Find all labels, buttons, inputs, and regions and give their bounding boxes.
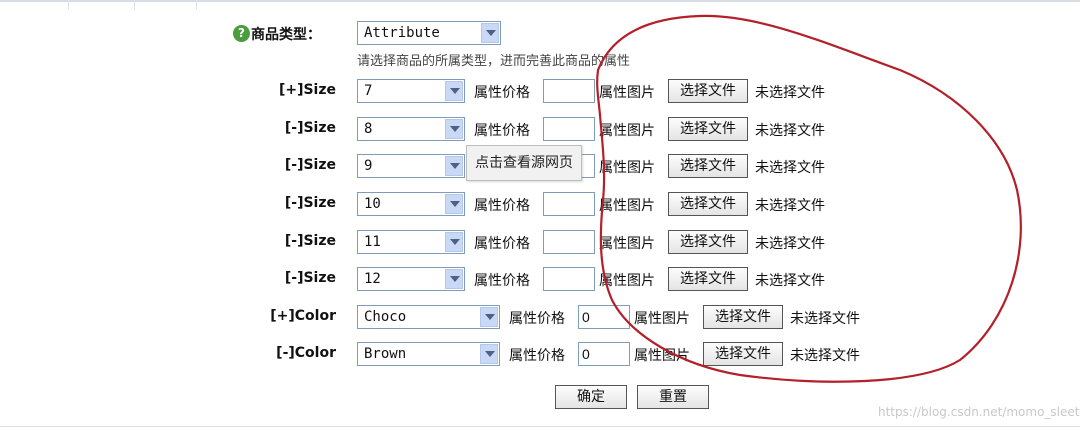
annotation-stroke <box>596 14 1022 383</box>
annotation-circle <box>596 14 1022 383</box>
